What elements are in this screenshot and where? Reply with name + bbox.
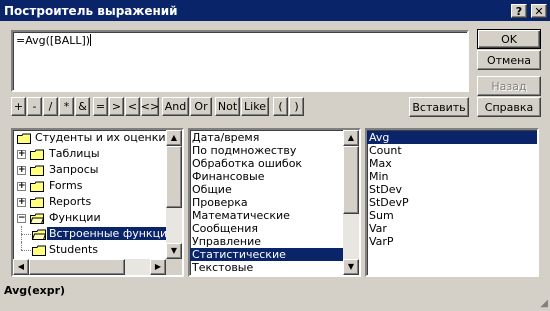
scroll-left-icon[interactable]: ◀ — [13, 259, 29, 275]
scroll-thumb[interactable] — [29, 259, 125, 275]
operator-equal-button[interactable]: = — [93, 97, 108, 116]
list-item[interactable]: Текстовые — [190, 261, 343, 274]
resize-grip-icon[interactable]: ◢ — [540, 298, 548, 309]
expand-icon[interactable]: + — [17, 182, 26, 191]
scroll-up-icon[interactable]: ▲ — [166, 130, 182, 146]
list-item[interactable]: Обработка ошибок — [190, 157, 343, 170]
list-item[interactable]: StDevP — [367, 196, 537, 209]
list-item-selected[interactable]: Avg — [367, 131, 537, 144]
operator-multiply-button[interactable]: * — [59, 97, 74, 116]
operator-close-paren-button[interactable]: ) — [289, 97, 304, 116]
function-syntax: Avg(expr) — [4, 284, 66, 297]
function-list-pane[interactable]: Avg Count Max Min StDev StDevP Sum Var V… — [365, 128, 539, 277]
list-item[interactable]: Общие — [190, 183, 343, 196]
folder-icon — [30, 149, 44, 160]
operator-like-button[interactable]: Like — [241, 97, 269, 116]
cancel-button[interactable]: Отмена — [477, 50, 541, 70]
list-item[interactable]: Математические — [190, 209, 343, 222]
expand-icon[interactable]: + — [17, 166, 26, 175]
folder-icon — [30, 197, 44, 208]
expand-icon[interactable]: + — [17, 198, 26, 207]
tree-connector — [21, 250, 31, 252]
operator-concat-button[interactable]: & — [75, 97, 90, 116]
operator-plus-button[interactable]: + — [11, 97, 26, 116]
tree-vertical-scrollbar[interactable]: ▲ ▼ — [166, 130, 182, 259]
folder-icon — [17, 133, 31, 144]
category-list-pane[interactable]: Дата/время По подмножеству Обработка оши… — [188, 128, 361, 277]
folder-icon — [30, 181, 44, 192]
tree-item-forms[interactable]: + Forms — [13, 178, 166, 194]
object-tree: Студенты и их оценки + Таблицы + Запросы… — [13, 130, 177, 258]
paste-button[interactable]: Вставить — [409, 97, 469, 117]
operator-minus-button[interactable]: - — [27, 97, 42, 116]
ok-button[interactable]: OK — [477, 29, 541, 49]
tree-item-reports[interactable]: + Reports — [13, 194, 166, 210]
tree-item-students[interactable]: Students — [13, 242, 166, 258]
folder-icon — [32, 245, 46, 256]
close-icon[interactable]: ✕ — [531, 3, 547, 18]
operator-and-button[interactable]: And — [162, 97, 189, 116]
object-tree-pane[interactable]: Студенты и их оценки + Таблицы + Запросы… — [11, 128, 184, 277]
expression-box[interactable]: =Avg([BALL]) — [11, 30, 469, 92]
operator-notequal-button[interactable]: <> — [141, 97, 159, 116]
list-item[interactable]: По подмножеству — [190, 144, 343, 157]
scroll-down-icon[interactable]: ▼ — [166, 243, 182, 259]
scroll-right-icon[interactable]: ▶ — [150, 259, 166, 275]
collapse-icon[interactable]: − — [17, 214, 26, 223]
tree-connector — [21, 242, 23, 250]
tree-item-database[interactable]: Студенты и их оценки — [13, 130, 166, 146]
list-item[interactable]: Min — [367, 170, 537, 183]
help-icon[interactable]: ? — [511, 3, 527, 18]
scroll-down-icon[interactable]: ▼ — [343, 259, 359, 275]
tree-connector — [21, 234, 31, 236]
operator-or-button[interactable]: Or — [190, 97, 212, 116]
expression-text: =Avg([BALL]) — [16, 34, 91, 47]
tree-item-builtin-functions[interactable]: Встроенные функции — [13, 226, 177, 242]
list-item[interactable]: Сообщения — [190, 222, 343, 235]
category-list: Дата/время По подмножеству Обработка оши… — [190, 131, 343, 274]
tree-item-tables[interactable]: + Таблицы — [13, 146, 166, 162]
operator-less-button[interactable]: < — [125, 97, 140, 116]
expand-icon[interactable]: + — [17, 150, 26, 159]
scroll-up-icon[interactable]: ▲ — [343, 130, 359, 146]
list-item[interactable]: StDev — [367, 183, 537, 196]
tree-horizontal-scrollbar[interactable]: ◀ ▶ — [13, 259, 166, 275]
list-item[interactable]: Проверка — [190, 196, 343, 209]
scroll-thumb[interactable] — [343, 146, 359, 214]
list-item[interactable]: Max — [367, 157, 537, 170]
list-item[interactable]: Sum — [367, 209, 537, 222]
list-item[interactable]: Var — [367, 222, 537, 235]
list-item[interactable]: Финансовые — [190, 170, 343, 183]
list-item[interactable]: VarP — [367, 235, 537, 248]
tree-item-functions[interactable]: − Функции — [13, 210, 166, 226]
list-item[interactable]: Дата/время — [190, 131, 343, 144]
list-item[interactable]: Count — [367, 144, 537, 157]
list-item-selected[interactable]: Статистические — [190, 248, 343, 261]
category-vertical-scrollbar[interactable]: ▲ ▼ — [343, 130, 359, 275]
function-list: Avg Count Max Min StDev StDevP Sum Var V… — [367, 131, 537, 248]
folder-open-icon — [30, 213, 44, 224]
title-bar[interactable]: Построитель выражений ? ✕ — [0, 0, 550, 21]
operator-greater-button[interactable]: > — [109, 97, 124, 116]
scroll-corner — [166, 259, 182, 275]
window-title: Построитель выражений — [4, 3, 178, 18]
list-item[interactable]: Управление — [190, 235, 343, 248]
tree-item-queries[interactable]: + Запросы — [13, 162, 166, 178]
help-button[interactable]: Справка — [477, 97, 541, 117]
scroll-thumb[interactable] — [166, 146, 182, 208]
operator-open-paren-button[interactable]: ( — [273, 97, 288, 116]
operator-not-button[interactable]: Not — [215, 97, 240, 116]
folder-icon — [30, 165, 44, 176]
folder-open-icon — [32, 229, 46, 240]
operator-divide-button[interactable]: / — [43, 97, 58, 116]
undo-button[interactable]: Назад — [477, 76, 541, 96]
text-cursor — [90, 34, 92, 46]
